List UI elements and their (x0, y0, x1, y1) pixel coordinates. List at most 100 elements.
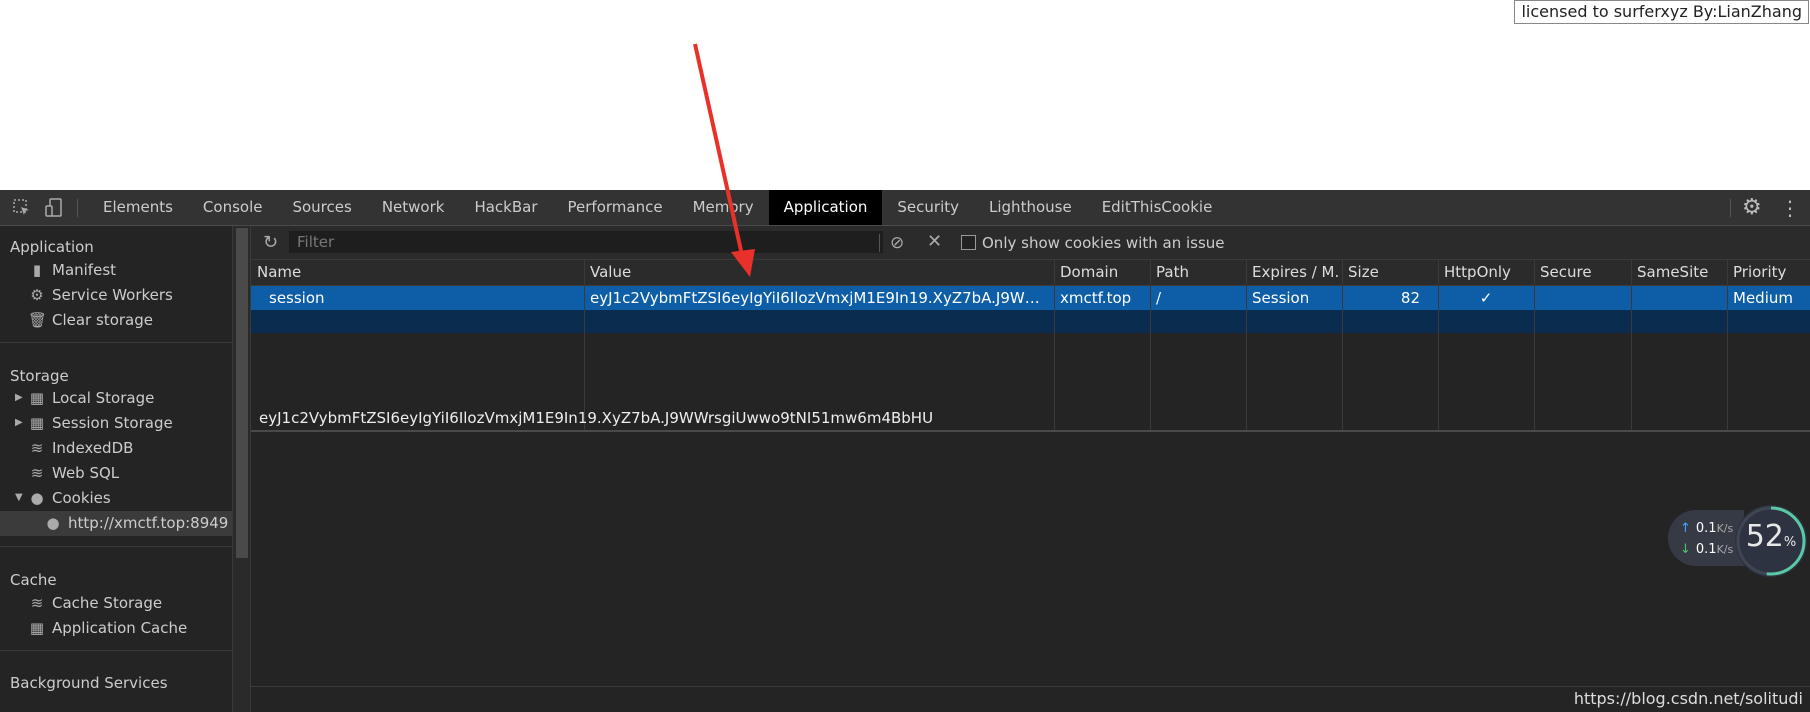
column-divider (1534, 260, 1535, 430)
trash-icon: 🗑 (28, 311, 48, 329)
column-divider (1438, 260, 1439, 430)
sidebar-item-manifest[interactable]: ▮ Manifest (28, 258, 116, 283)
column-header-size[interactable]: Size (1342, 260, 1436, 285)
cell-priority: Medium (1733, 289, 1793, 307)
file-icon: ▮ (32, 261, 42, 279)
column-header-domain[interactable]: Domain (1054, 260, 1148, 285)
cookies-table: Name Value Domain Path Expires / M... Si… (251, 260, 1810, 432)
cpu-gauge[interactable]: 52% (1735, 505, 1807, 577)
collapse-triangle-icon[interactable]: ▼ (15, 492, 23, 503)
column-header-secure[interactable]: Secure (1534, 260, 1628, 285)
section-title-application: Application (10, 238, 94, 256)
devtools-toolbar: Elements Console Sources Network HackBar… (0, 190, 1810, 226)
table-header: Name Value Domain Path Expires / M... Si… (251, 260, 1810, 286)
sidebar-scrollbar-thumb[interactable] (236, 228, 248, 558)
column-divider (584, 260, 585, 430)
table-icon: ▦ (29, 619, 45, 637)
filter-input[interactable] (289, 231, 883, 253)
database-icon: ≋ (30, 464, 44, 482)
sidebar-item-cookies[interactable]: ● Cookies (28, 486, 110, 511)
download-speed: ↓ 0.1K/s (1680, 542, 1734, 557)
tab-performance[interactable]: Performance (553, 190, 678, 225)
web-page-area: licensed to surferxyz By:LianZhang (0, 0, 1810, 190)
license-label: licensed to surferxyz By:LianZhang (1514, 0, 1809, 24)
cell-name: session (269, 289, 325, 307)
column-header-priority[interactable]: Priority (1727, 260, 1810, 285)
sidebar-item-service-workers[interactable]: ⚙ Service Workers (28, 283, 173, 308)
column-divider (1631, 260, 1632, 430)
tab-elements[interactable]: Elements (88, 190, 188, 225)
tab-security[interactable]: Security (882, 190, 974, 225)
cookies-panel: ↻ ⊘ ✕ Only show cookies with an issue Na… (250, 226, 1810, 712)
panel-tabs: Elements Console Sources Network HackBar… (88, 190, 1227, 225)
tab-editthiscookie[interactable]: EditThisCookie (1087, 190, 1228, 225)
cell-samesite (1631, 286, 1725, 310)
cookie-icon: ● (46, 514, 60, 532)
cell-expires: Session (1252, 289, 1310, 307)
column-divider (1150, 260, 1151, 430)
tab-hackbar[interactable]: HackBar (459, 190, 552, 225)
database-icon: ≋ (30, 439, 44, 457)
sidebar-item-indexeddb[interactable]: ≋ IndexedDB (28, 436, 134, 461)
column-header-name[interactable]: Name (251, 260, 583, 285)
panel-bottom-divider (251, 686, 1810, 687)
tab-network[interactable]: Network (367, 190, 460, 225)
issue-filter-checkbox[interactable]: Only show cookies with an issue (961, 234, 1225, 254)
upload-speed: ↑ 0.1K/s (1680, 521, 1734, 536)
sidebar-item-session-storage[interactable]: ▦ Session Storage (28, 411, 173, 436)
gear-icon: ⚙ (30, 286, 44, 304)
upload-arrow-icon: ↑ (1680, 521, 1691, 536)
column-header-value[interactable]: Value (584, 260, 1052, 285)
download-arrow-icon: ↓ (1680, 542, 1691, 557)
column-divider (1054, 260, 1055, 430)
cookies-filter-bar: ↻ ⊘ ✕ Only show cookies with an issue (251, 226, 1810, 260)
tab-sources[interactable]: Sources (277, 190, 366, 225)
settings-gear-icon[interactable]: ⚙ (1742, 197, 1764, 219)
sidebar-item-cache-storage[interactable]: ≋ Cache Storage (28, 591, 162, 616)
cell-httponly: ✓ (1479, 289, 1493, 307)
tab-application[interactable]: Application (768, 190, 883, 225)
cookie-icon: ● (30, 489, 44, 507)
sidebar-divider (0, 650, 232, 651)
sidebar-divider (0, 546, 232, 547)
column-header-expires[interactable]: Expires / M... (1246, 260, 1340, 285)
checkbox-box[interactable] (961, 235, 976, 250)
sidebar-divider (0, 342, 232, 343)
sidebar-item-clear-storage[interactable]: 🗑 Clear storage (28, 308, 153, 333)
watermark-url: https://blog.csdn.net/solitudi (1573, 689, 1803, 708)
table-icon: ▦ (29, 414, 45, 432)
table-resize-divider[interactable] (251, 430, 1810, 432)
sidebar-item-application-cache[interactable]: ▦ Application Cache (28, 616, 187, 641)
column-header-samesite[interactable]: SameSite (1631, 260, 1725, 285)
refresh-icon[interactable]: ↻ (263, 232, 278, 253)
column-divider (1246, 260, 1247, 430)
expand-triangle-icon[interactable]: ▶ (15, 417, 23, 428)
device-toggle-icon[interactable] (44, 198, 64, 218)
clear-all-icon[interactable]: ⊘ (890, 233, 904, 253)
cookie-value-preview: eyJ1c2VybmFtZSI6eyIgYiI6IlozVmxjM1E9In19… (259, 409, 934, 427)
cell-value: eyJ1c2VybmFtZSI6eyIgYiI6IlozVmxjM1E9In19… (590, 289, 1052, 307)
cpu-percent: 52% (1745, 519, 1797, 554)
sidebar-scrollbar[interactable] (232, 226, 251, 712)
section-title-background-services: Background Services (10, 674, 168, 692)
tab-lighthouse[interactable]: Lighthouse (974, 190, 1087, 225)
more-options-icon[interactable]: ⋮ (1780, 197, 1800, 219)
column-header-httponly[interactable]: HttpOnly (1438, 260, 1532, 285)
cell-path: / (1156, 289, 1162, 307)
tab-console[interactable]: Console (188, 190, 278, 225)
table-row-empty[interactable] (251, 310, 1810, 333)
network-speed-widget: ↑ 0.1K/s ↓ 0.1K/s (1668, 510, 1744, 566)
inspect-icon[interactable] (12, 198, 32, 218)
tab-memory[interactable]: Memory (678, 190, 769, 225)
toolbar-divider-right (1730, 199, 1731, 217)
toolbar-divider (77, 199, 78, 217)
application-sidebar: Application ▮ Manifest ⚙ Service Workers 🗑… (0, 226, 232, 712)
sidebar-item-web-sql[interactable]: ≋ Web SQL (28, 461, 119, 486)
table-row[interactable]: session eyJ1c2VybmFtZSI6eyIgYiI6IlozVmxj… (251, 286, 1810, 310)
sidebar-item-local-storage[interactable]: ▦ Local Storage (28, 386, 154, 411)
cell-size: 82 (1400, 289, 1420, 307)
sidebar-item-cookie-origin[interactable]: ● http://xmctf.top:8949 (0, 511, 232, 536)
expand-triangle-icon[interactable]: ▶ (15, 392, 23, 403)
column-header-path[interactable]: Path (1150, 260, 1244, 285)
delete-selected-icon[interactable]: ✕ (927, 231, 942, 252)
